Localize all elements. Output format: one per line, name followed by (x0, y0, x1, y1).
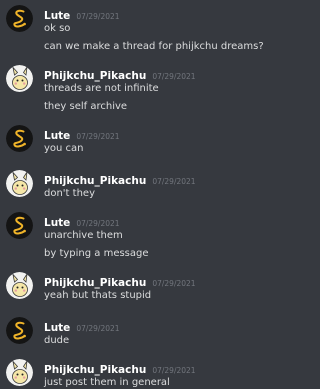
author-name[interactable]: Phijkchu_Pikachu (44, 277, 146, 289)
message-timestamp: 07/29/2021 (76, 219, 120, 228)
message-timestamp: 07/29/2021 (152, 72, 196, 81)
message-header: Phijkchu_Pikachu 07/29/2021 (44, 67, 196, 82)
lute-avatar[interactable] (6, 317, 33, 344)
phijkchu-avatar[interactable] (6, 272, 33, 299)
phijkchu-avatar[interactable] (6, 170, 33, 197)
message-header: Phijkchu_Pikachu 07/29/2021 (44, 172, 196, 187)
message-header: Lute 07/29/2021 (44, 7, 120, 22)
author-name[interactable]: Lute (44, 217, 70, 229)
author-name[interactable]: Lute (44, 10, 70, 22)
author-name[interactable]: Phijkchu_Pikachu (44, 70, 146, 82)
message-timestamp: 07/29/2021 (76, 12, 120, 21)
message-header: Lute 07/29/2021 (44, 127, 120, 142)
message-text: yeah but thats stupid (44, 290, 152, 301)
lute-avatar[interactable] (6, 125, 33, 152)
author-name[interactable]: Phijkchu_Pikachu (44, 364, 146, 376)
author-name[interactable]: Lute (44, 130, 70, 142)
message-text: by typing a message (44, 248, 149, 259)
message-text: don't they (44, 188, 95, 199)
message-timestamp: 07/29/2021 (152, 279, 196, 288)
message-header: Phijkchu_Pikachu 07/29/2021 (44, 361, 196, 376)
message-text: just post them in general (44, 377, 170, 388)
message-timestamp: 07/29/2021 (76, 324, 120, 333)
message-text: threads are not infinite (44, 83, 159, 94)
message-text: you can (44, 143, 84, 154)
lute-avatar[interactable] (6, 212, 33, 239)
message-text: can we make a thread for phijkchu dreams… (44, 41, 264, 52)
phijkchu-avatar[interactable] (6, 359, 33, 386)
message-timestamp: 07/29/2021 (152, 366, 196, 375)
author-name[interactable]: Phijkchu_Pikachu (44, 175, 146, 187)
author-name[interactable]: Lute (44, 322, 70, 334)
message-text: dude (44, 335, 70, 346)
message-header: Lute 07/29/2021 (44, 319, 120, 334)
message-text: ok so (44, 23, 71, 34)
message-timestamp: 07/29/2021 (152, 177, 196, 186)
lute-avatar[interactable] (6, 5, 33, 32)
message-header: Phijkchu_Pikachu 07/29/2021 (44, 274, 196, 289)
message-text: unarchive them (44, 230, 123, 241)
message-header: Lute 07/29/2021 (44, 214, 120, 229)
chat-message-list[interactable]: Lute 07/29/2021 ok so can we make a threa… (0, 0, 264, 388)
phijkchu-avatar[interactable] (6, 65, 33, 92)
message-timestamp: 07/29/2021 (76, 132, 120, 141)
message-text: they self archive (44, 101, 128, 112)
